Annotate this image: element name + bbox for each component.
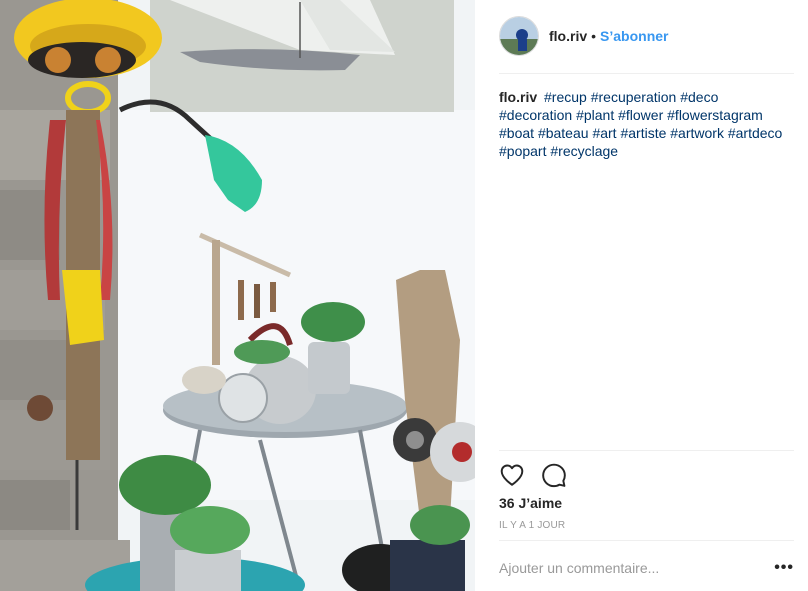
hashtag-link[interactable]: #popart: [499, 143, 546, 159]
hashtag-link[interactable]: #recuperation: [591, 89, 677, 105]
hashtag-link[interactable]: #bateau: [538, 125, 589, 141]
hashtag-link[interactable]: #flowerstagram: [667, 107, 763, 123]
hashtag-link[interactable]: #boat: [499, 125, 534, 141]
hashtag-link[interactable]: #artwork: [670, 125, 724, 141]
post-timestamp[interactable]: IL Y A 1 JOUR: [499, 520, 565, 531]
post-caption: flo.riv #recup #recuperation #deco #deco…: [499, 88, 789, 160]
comment-input[interactable]: [499, 560, 749, 576]
post-photo[interactable]: [0, 0, 475, 591]
header-username-link[interactable]: flo.riv: [549, 28, 587, 44]
comment-bubble-icon[interactable]: [541, 462, 567, 488]
post-header: flo.riv • S’abonner: [499, 14, 794, 58]
more-options-icon[interactable]: •••: [774, 560, 794, 576]
hashtag-link[interactable]: #decoration: [499, 107, 572, 123]
post-side-panel: flo.riv • S’abonner flo.riv #recup #recu…: [475, 0, 808, 591]
avatar[interactable]: [499, 16, 539, 56]
hashtag-link[interactable]: #plant: [576, 107, 614, 123]
hashtag-link[interactable]: #deco: [680, 89, 718, 105]
caption-username-link[interactable]: flo.riv: [499, 89, 537, 105]
hashtag-link[interactable]: #flower: [618, 107, 663, 123]
hashtag-link[interactable]: #art: [592, 125, 616, 141]
post-actions: [499, 462, 583, 488]
comment-divider: [499, 540, 794, 541]
actions-divider: [499, 450, 794, 451]
follow-button[interactable]: S’abonner: [600, 28, 668, 44]
hashtag-link[interactable]: #artiste: [620, 125, 666, 141]
hashtag-link[interactable]: #recyclage: [550, 143, 618, 159]
likes-count[interactable]: 36 J’aime: [499, 495, 562, 511]
hashtag-link[interactable]: #artdeco: [728, 125, 782, 141]
separator-dot: •: [591, 28, 597, 44]
comment-form: •••: [499, 552, 794, 584]
hashtag-link[interactable]: #recup: [544, 89, 587, 105]
heart-icon[interactable]: [499, 462, 525, 488]
header-divider: [499, 73, 794, 74]
